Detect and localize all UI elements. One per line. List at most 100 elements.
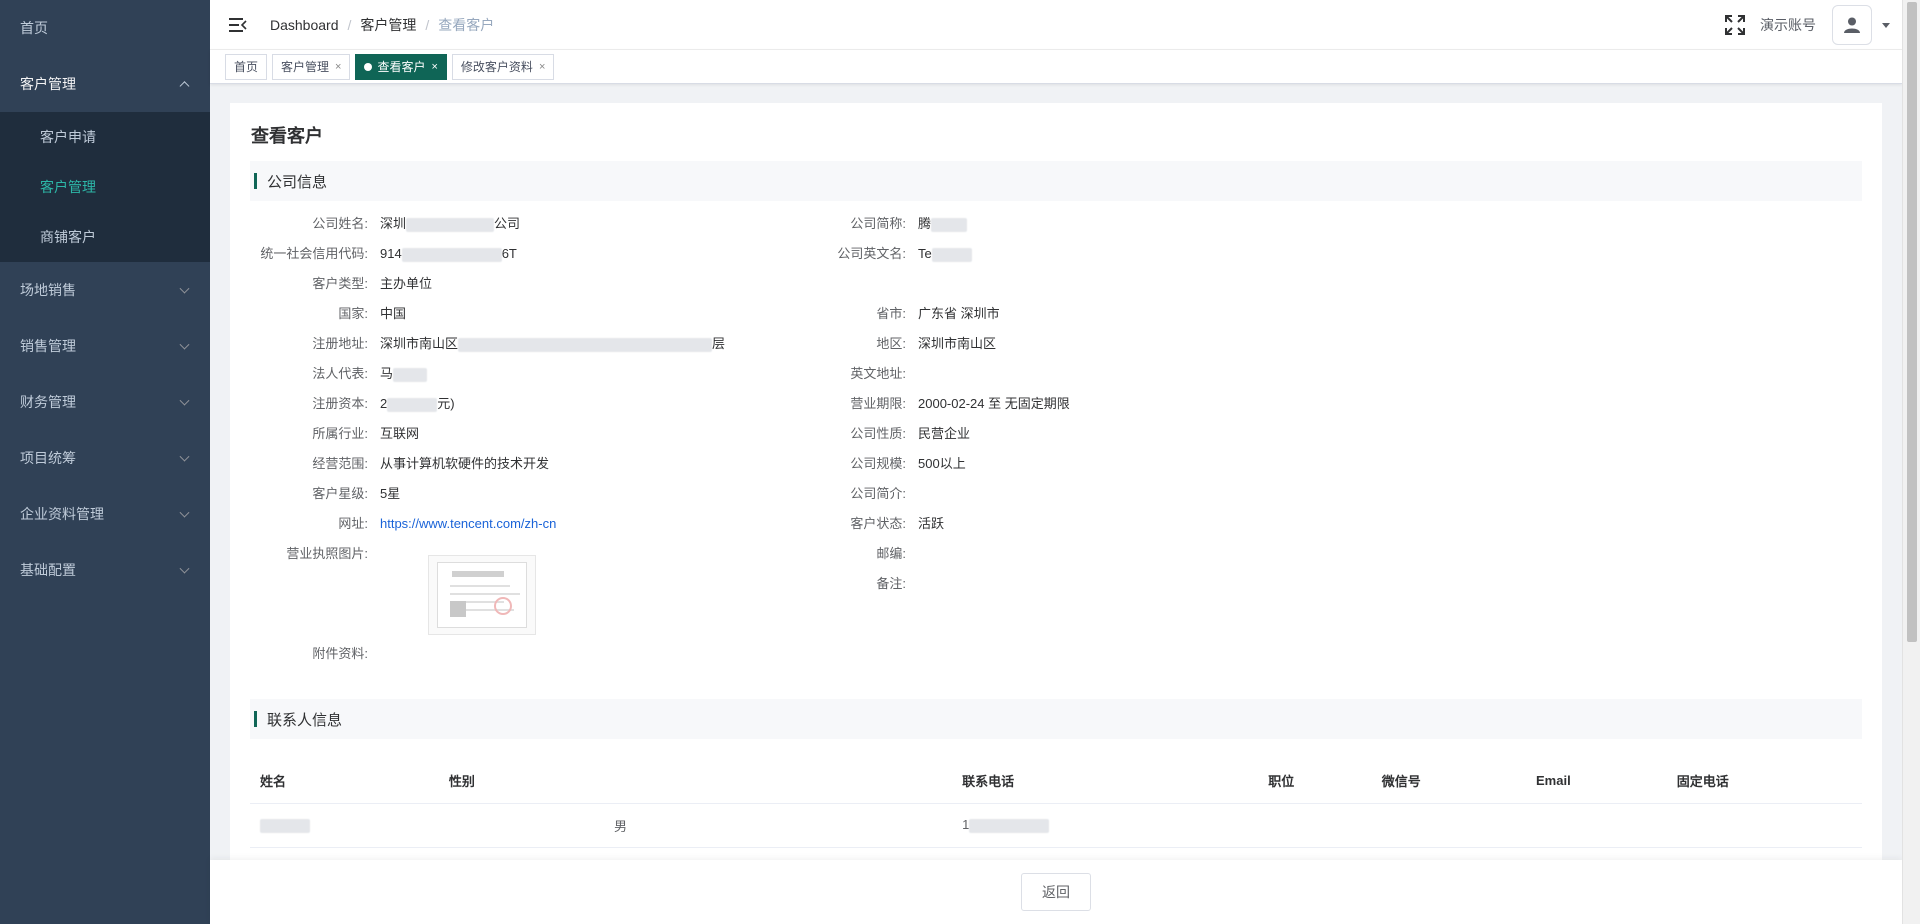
field-label: 营业执照图片: bbox=[286, 546, 368, 561]
sidebar: 首页 客户管理 客户申请 客户管理 商铺客户 场地销售 销售管理 财务管理 项目… bbox=[0, 0, 210, 924]
field-label: 客户状态: bbox=[850, 516, 906, 531]
license-heading bbox=[452, 571, 504, 577]
field-value: 2 元) bbox=[380, 396, 455, 412]
tag-customer-management[interactable]: 客户管理 × bbox=[272, 53, 351, 80]
field-company-size: 公司规模: 500以上 bbox=[788, 456, 965, 472]
field-province-city: 省市: 广东省 深圳市 bbox=[788, 306, 999, 322]
redacted-block bbox=[260, 818, 310, 833]
field-legal-representative: 法人代表: 马 bbox=[250, 366, 428, 382]
cell-name bbox=[250, 803, 439, 848]
value-visible-part: 马 bbox=[380, 366, 394, 381]
field-label: 网址: bbox=[338, 516, 368, 531]
sidebar-subitem-customer-management[interactable]: 客户管理 bbox=[0, 162, 210, 212]
account-name[interactable]: 演示账号 bbox=[1760, 15, 1816, 35]
chevron-down-icon bbox=[179, 451, 190, 462]
sidebar-item-project-coordination[interactable]: 项目统筹 bbox=[0, 430, 210, 486]
breadcrumb-current: 查看客户 bbox=[438, 16, 495, 33]
field-label: 公司英文名: bbox=[837, 246, 906, 261]
sidebar-item-venue-sales[interactable]: 场地销售 bbox=[0, 262, 210, 318]
field-label: 备注: bbox=[876, 576, 906, 591]
sidebar-subitem-label: 客户申请 bbox=[40, 129, 96, 145]
sidebar-subitem-customer-application[interactable]: 客户申请 bbox=[0, 112, 210, 162]
section-accent-bar bbox=[254, 711, 257, 727]
license-line bbox=[450, 593, 520, 595]
sidebar-item-home[interactable]: 首页 bbox=[0, 0, 210, 56]
chevron-down-icon bbox=[179, 507, 190, 518]
field-label: 注册地址: bbox=[312, 336, 368, 351]
close-icon[interactable]: × bbox=[539, 55, 545, 79]
tag-label: 首页 bbox=[234, 59, 259, 74]
redacted-block bbox=[969, 818, 1050, 833]
field-value: 深圳市南山区 层 bbox=[380, 336, 725, 352]
sidebar-item-customer-management[interactable]: 客户管理 bbox=[0, 56, 210, 112]
sidebar-item-label: 企业资料管理 bbox=[20, 506, 104, 522]
tag-label: 修改客户资料 bbox=[460, 59, 533, 74]
cell-gender: 男 bbox=[438, 803, 953, 848]
field-label: 附件资料: bbox=[312, 646, 368, 661]
tag-edit-customer[interactable]: 修改客户资料 × bbox=[451, 53, 555, 80]
hamburger-icon[interactable] bbox=[228, 15, 248, 35]
field-label: 客户类型: bbox=[312, 276, 368, 291]
section-title: 公司信息 bbox=[267, 173, 328, 191]
cell-wechat bbox=[1371, 803, 1526, 848]
table-row: 男 1 bbox=[250, 803, 1862, 848]
field-district: 地区: 深圳市南山区 bbox=[788, 336, 996, 352]
field-label: 公司简介: bbox=[850, 486, 906, 501]
redacted-block bbox=[931, 247, 972, 262]
navbar: Dashboard / 客户管理 / 查看客户 演示账号 bbox=[210, 0, 1902, 50]
field-label: 法人代表: bbox=[312, 366, 368, 381]
breadcrumb: Dashboard / 客户管理 / 查看客户 bbox=[270, 15, 494, 35]
website-link[interactable]: https://www.tencent.com/zh-cn bbox=[380, 516, 556, 532]
license-document bbox=[437, 562, 527, 628]
navbar-right: 演示账号 bbox=[1724, 0, 1902, 50]
sidebar-item-label: 首页 bbox=[20, 20, 48, 36]
detail-card: 查看客户 公司信息 公司姓名: 深圳 公司 统一社会信用代码: 914 6T 客户类… bbox=[230, 103, 1882, 860]
field-value: 互联网 bbox=[380, 426, 420, 441]
breadcrumb-customer-management[interactable]: 客户管理 bbox=[360, 15, 416, 35]
field-postcode: 邮编: bbox=[788, 546, 918, 562]
value-visible-part: 深圳 bbox=[380, 216, 407, 231]
tag-home[interactable]: 首页 bbox=[225, 53, 268, 80]
scrollbar-thumb[interactable] bbox=[1907, 2, 1917, 642]
sidebar-subitem-shop-customer[interactable]: 商铺客户 bbox=[0, 212, 210, 262]
sidebar-item-finance-management[interactable]: 财务管理 bbox=[0, 374, 210, 430]
value-visible-part: 公司 bbox=[494, 216, 521, 231]
column-header: 性别 bbox=[438, 759, 953, 804]
chevron-down-icon bbox=[179, 339, 190, 350]
caret-down-icon[interactable] bbox=[1882, 22, 1890, 28]
field-label: 经营范围: bbox=[312, 456, 368, 471]
field-company-short-name: 公司简称: 腾 bbox=[788, 216, 968, 232]
sidebar-item-sales-management[interactable]: 销售管理 bbox=[0, 318, 210, 374]
chevron-down-icon bbox=[179, 563, 190, 574]
avatar[interactable] bbox=[1832, 5, 1872, 45]
section-title: 联系人信息 bbox=[267, 711, 343, 729]
section-accent-bar bbox=[254, 173, 257, 189]
page-scrollbar[interactable] bbox=[1902, 0, 1920, 924]
business-license-thumbnail[interactable] bbox=[428, 555, 536, 635]
field-label: 地区: bbox=[876, 336, 906, 351]
redacted-block bbox=[393, 367, 428, 382]
footer-bar: 返回 bbox=[210, 860, 1902, 924]
column-header: Email bbox=[1526, 759, 1667, 804]
tag-view-customer[interactable]: 查看客户 × bbox=[355, 53, 447, 80]
section-contact-info: 联系人信息 bbox=[250, 699, 1862, 739]
back-button[interactable]: 返回 bbox=[1021, 873, 1091, 911]
field-value: 腾 bbox=[918, 216, 968, 232]
submenu-customer-management: 客户申请 客户管理 商铺客户 bbox=[0, 112, 210, 262]
close-icon[interactable]: × bbox=[335, 55, 341, 79]
field-value: 深圳 公司 bbox=[380, 216, 520, 232]
sidebar-item-enterprise-data[interactable]: 企业资料管理 bbox=[0, 486, 210, 542]
fullscreen-icon[interactable] bbox=[1724, 14, 1746, 36]
sidebar-item-basic-config[interactable]: 基础配置 bbox=[0, 542, 210, 598]
breadcrumb-dashboard[interactable]: Dashboard bbox=[270, 17, 339, 33]
field-value: Te bbox=[918, 246, 972, 262]
field-label: 邮编: bbox=[876, 546, 906, 561]
field-label: 客户星级: bbox=[312, 486, 368, 501]
sidebar-item-label: 项目统筹 bbox=[20, 450, 76, 466]
field-business-license: 营业执照图片: bbox=[250, 546, 380, 562]
close-icon[interactable]: × bbox=[431, 55, 437, 79]
sidebar-item-label: 销售管理 bbox=[20, 338, 76, 354]
value-visible-part: 6T bbox=[501, 246, 517, 261]
field-english-address: 英文地址: bbox=[788, 366, 918, 382]
redacted-block bbox=[401, 247, 502, 262]
